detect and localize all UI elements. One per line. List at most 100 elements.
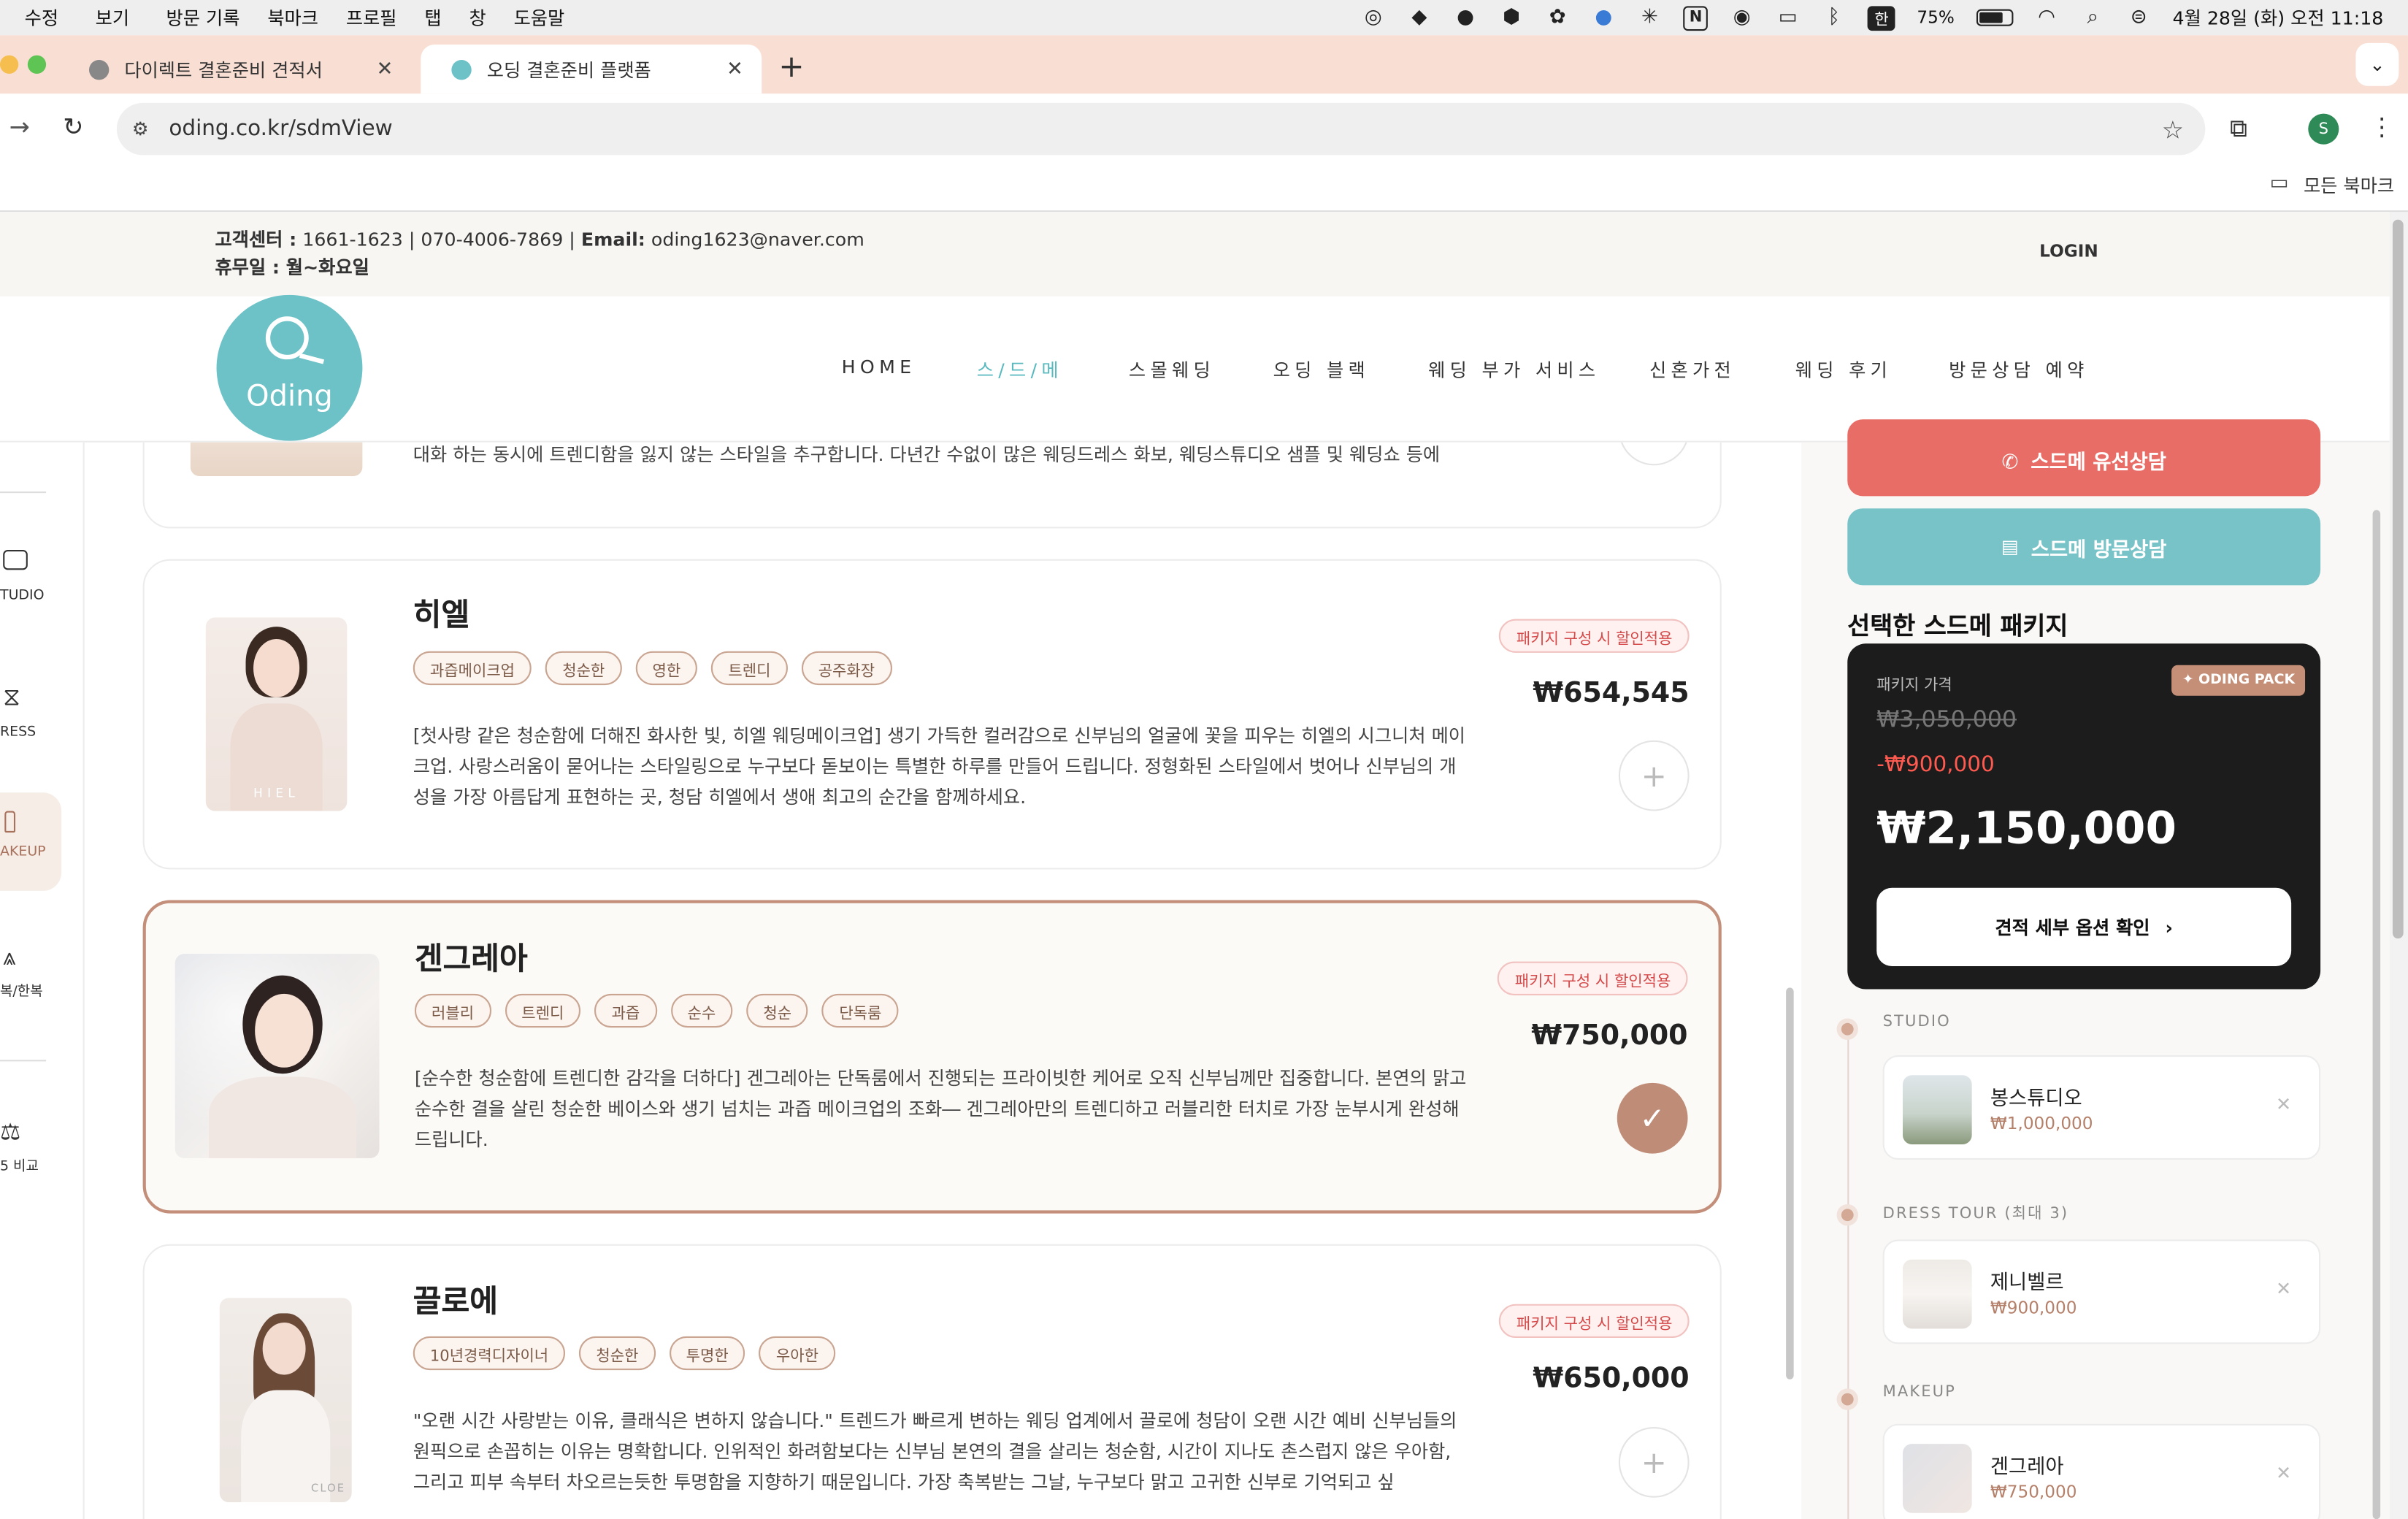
nav-appliances[interactable]: 신혼가전 [1649,356,1736,383]
tab-favicon-icon [88,58,110,80]
vendor-description: [첫사랑 같은 청순함에 더해진 화사한 빛, 히엘 웨딩메이크업] 생기 가득… [413,724,1466,808]
close-tab-icon[interactable]: ✕ [726,58,743,81]
new-tab-icon[interactable]: + [778,47,804,84]
notion-icon[interactable]: N [1683,5,1709,31]
vendor-card-hiel[interactable]: HIEL 히엘 과즙메이크업 청순한 영한 트렌디 공주화장 [첫사랑 같은 청… [142,559,1722,870]
menu-item-window[interactable]: 창 [469,4,486,31]
menu-item-profile[interactable]: 프로필 [346,4,397,31]
input-method-icon[interactable]: 한 [1868,5,1895,31]
extensions-icon[interactable]: ⧉ [2230,114,2247,145]
nav-home[interactable]: HOME [842,356,916,378]
list-scrollbar[interactable] [1786,987,1794,1380]
folder-icon[interactable]: ▭ [2270,172,2289,196]
rail-label: RESS [0,724,37,741]
wifi-icon[interactable]: ◠ [2034,5,2059,30]
timeline-dot [1841,1393,1854,1406]
control-center-icon[interactable]: ⊜ [2126,5,2151,30]
app-icon[interactable]: ◆ [1407,5,1432,30]
url-text[interactable]: oding.co.kr/sdmView [169,117,392,142]
battery-icon[interactable] [1976,9,2013,26]
address-bar[interactable]: ⚙ oding.co.kr/sdmView ☆ [116,102,2206,156]
site-info-icon[interactable]: ⚙ [132,118,163,139]
tab-estimate[interactable]: 다이렉트 결혼준비 견적서 ✕ [58,45,412,93]
browser-menu-icon[interactable]: ⋮ [2369,112,2394,142]
selected-check-button[interactable]: ✓ [1617,1082,1688,1154]
spotlight-search-icon[interactable]: ⌕ [2080,5,2105,30]
nav-wedding-extra[interactable]: 웨딩 부가 서비스 [1428,356,1600,383]
browser-tab-strip: 다이렉트 결혼준비 견적서 ✕ 오딩 결혼준비 플랫폼 ✕ + ⌄ [0,35,2408,94]
vendor-card-gengrea[interactable]: 겐그레아 러블리 트렌디 과즙 순수 청순 단독룸 [순수한 청순함에 트렌디한… [142,900,1722,1214]
contact-email[interactable]: oding1623@naver.com [651,229,864,250]
logo-text: Oding [246,379,333,413]
vendor-price: ₩750,000 [1531,1019,1688,1052]
item-name: 봉스튜디오 [1990,1087,2082,1111]
photo-watermark: HIEL [253,786,300,800]
menu-item-edit[interactable]: 수정 [25,4,58,31]
rail-hanbok[interactable]: ⩓ 복/한복 [0,943,71,1000]
timeline-dot [1841,1022,1854,1036]
estimate-detail-button[interactable]: 견적 세부 옵션 확인 › [1876,887,2292,966]
bookmark-star-icon[interactable]: ☆ [2162,115,2184,144]
reload-icon[interactable]: ↻ [63,112,83,142]
messenger-icon[interactable]: ● [1453,5,1478,30]
page-scrollbar-thumb[interactable] [2392,219,2404,939]
visit-consult-button[interactable]: ▤ 스드메 방문상담 [1847,508,2321,586]
contact-info: 고객센터 : 1661-1623 | 070-4006-7869 | Email… [215,226,864,253]
menu-item-tab[interactable]: 탭 [424,4,441,31]
remove-item-icon[interactable]: ✕ [2276,1462,2291,1483]
remove-item-icon[interactable]: ✕ [2276,1094,2291,1115]
nav-oding-black[interactable]: 오딩 블랙 [1273,356,1370,383]
selected-dress-item[interactable]: 제니벨르 ₩900,000 ✕ [1882,1239,2321,1344]
nav-visit-booking[interactable]: 방문상담 예약 [1949,356,2089,383]
tag: 과즙메이크업 [413,651,532,686]
vendor-photo: HIEL [205,617,348,811]
add-button[interactable]: + [1618,1426,1690,1498]
bluetooth-icon[interactable]: ᛒ [1822,5,1847,30]
display-icon[interactable]: ▭ [1776,5,1801,30]
finder-app-icon[interactable]: ● [1592,5,1617,30]
creative-cloud-icon[interactable]: ◎ [1361,5,1386,30]
site-logo[interactable]: Oding [216,294,363,441]
nav-sdm[interactable]: 스/드/메 [977,356,1063,383]
login-link[interactable]: LOGIN [2039,241,2098,261]
selected-studio-item[interactable]: 봉스튜디오 ₩1,000,000 ✕ [1882,1055,2321,1160]
forward-icon[interactable]: → [9,112,30,142]
package-summary-card: 패키지 가격 ✦ ODING PACK ₩3,050,000 -₩900,000… [1847,643,2321,990]
window-minimize-button[interactable] [0,55,19,74]
window-zoom-button[interactable] [27,55,47,74]
menu-item-history[interactable]: 방문 기록 [166,4,240,31]
profile-avatar[interactable]: S [2308,113,2339,145]
menu-item-bookmarks[interactable]: 북마크 [267,4,318,31]
tag: 10년경력디자이너 [413,1336,566,1371]
nav-reviews[interactable]: 웨딩 후기 [1795,356,1892,383]
menubar-clock[interactable]: 4월 28일 (화) 오전 11:18 [2173,4,2384,31]
tag: 단독룸 [822,993,899,1028]
rail-dress[interactable]: ⧖ RESS [0,682,71,741]
rail-compare[interactable]: ⚖ 5 비교 [0,1118,71,1175]
tab-list-button[interactable]: ⌄ [2355,42,2399,86]
close-tab-icon[interactable]: ✕ [377,58,394,81]
shield-app-icon[interactable]: ⬢ [1499,5,1524,30]
tag: 과즙 [594,993,657,1028]
discount-amount: -₩900,000 [1876,752,1995,778]
vendor-card[interactable]: 대화 하는 동시에 트렌디함을 잃지 않는 스타일을 추구합니다. 다년간 수없… [142,442,1722,529]
panel-scrollbar[interactable] [2372,510,2381,1519]
portrait-face-shape [255,993,314,1068]
rail-makeup[interactable]: AKEUP [0,792,62,891]
leaf-app-icon[interactable]: ✿ [1545,5,1570,30]
lipstick-icon [4,811,16,833]
sparkle-icon[interactable]: ✳ [1638,5,1663,30]
tab-oding[interactable]: 오딩 결혼준비 플랫폼 ✕ [421,44,762,94]
airdrop-icon[interactable]: ◉ [1730,5,1755,30]
menu-item-help[interactable]: 도움말 [514,4,565,31]
vendor-card-cloe[interactable]: CLOE 끌로에 10년경력디자이너 청순한 투명한 우아한 "오랜 시간 사랑… [142,1244,1722,1519]
add-button[interactable]: + [1618,442,1690,466]
menu-item-view[interactable]: 보기 [96,4,129,31]
selected-makeup-item[interactable]: 겐그레아 ₩750,000 ✕ [1882,1423,2321,1519]
nav-small-wedding[interactable]: 스몰웨딩 [1129,356,1215,383]
all-bookmarks-link[interactable]: 모든 북마크 [2304,172,2394,199]
rail-studio[interactable]: TUDIO [0,549,71,604]
remove-item-icon[interactable]: ✕ [2276,1278,2291,1299]
add-button[interactable]: + [1618,740,1690,811]
call-consult-button[interactable]: ✆ 스드메 유선상담 [1847,419,2321,497]
